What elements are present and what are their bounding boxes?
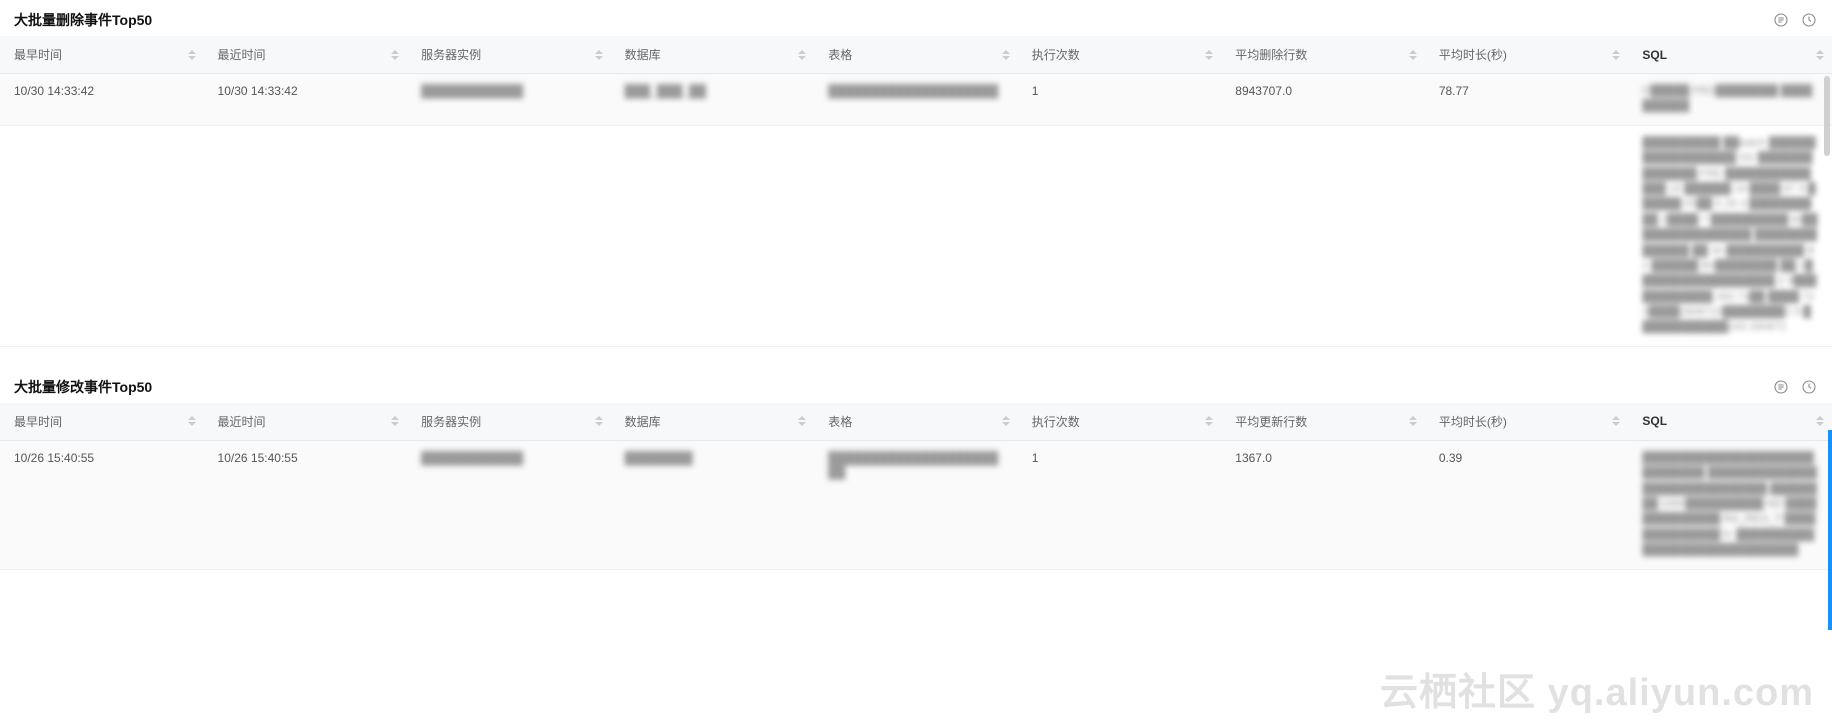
cell-latest — [204, 125, 408, 346]
cell-earliest: 10/26 15:40:55 — [0, 440, 204, 569]
col-earliest[interactable]: 最早时间 — [0, 36, 204, 74]
sort-icon[interactable] — [1409, 416, 1417, 426]
sort-icon[interactable] — [595, 50, 603, 60]
cell-server — [407, 125, 611, 346]
sort-icon[interactable] — [188, 50, 196, 60]
cell-sql: ██████████ ██batch ██████████████████ DD… — [1628, 125, 1832, 346]
table-wrapper: 最早时间 最近时间 服务器实例 数据库 表格 执行次数 平均删除行数 平均时长(… — [0, 36, 1832, 347]
delete-events-table: 最早时间 最近时间 服务器实例 数据库 表格 执行次数 平均删除行数 平均时长(… — [0, 36, 1832, 347]
cell-earliest — [0, 125, 204, 346]
table-header-row: 最早时间 最近时间 服务器实例 数据库 表格 执行次数 平均更新行数 平均时长(… — [0, 403, 1832, 441]
col-latest[interactable]: 最近时间 — [204, 403, 408, 441]
panel-actions — [1772, 11, 1818, 29]
cell-sql: ██████████████████████████████ █████████… — [1628, 440, 1832, 569]
table-row[interactable]: 10/30 14:33:42 10/30 14:33:42 ██████████… — [0, 74, 1832, 126]
watermark: 云栖社区 yq.aliyun.com — [1380, 661, 1814, 716]
delete-events-panel: 大批量删除事件Top50 最早时间 最近时间 服务器实例 数据库 表格 — [0, 0, 1832, 347]
col-db[interactable]: 数据库 — [611, 36, 815, 74]
cell-db: ███_███_██ — [611, 74, 815, 126]
cell-earliest: 10/30 14:33:42 — [0, 74, 204, 126]
cell-avgrows — [1221, 125, 1425, 346]
cell-avgdur: 78.77 — [1425, 74, 1629, 126]
cell-exec — [1018, 125, 1222, 346]
cell-table — [814, 125, 1018, 346]
cell-latest: 10/30 14:33:42 — [204, 74, 408, 126]
cell-exec: 1 — [1018, 440, 1222, 569]
col-avgdur[interactable]: 平均时长(秒) — [1425, 403, 1629, 441]
sort-icon[interactable] — [1612, 50, 1620, 60]
panel-header: 大批量删除事件Top50 — [0, 0, 1832, 36]
sort-icon[interactable] — [391, 50, 399, 60]
table-header-row: 最早时间 最近时间 服务器实例 数据库 表格 执行次数 平均删除行数 平均时长(… — [0, 36, 1832, 74]
refresh-icon[interactable] — [1800, 11, 1818, 29]
sort-icon[interactable] — [188, 416, 196, 426]
cell-table: ██████████████████████ — [814, 440, 1018, 569]
sort-icon[interactable] — [798, 50, 806, 60]
cell-avgrows: 8943707.0 — [1221, 74, 1425, 126]
side-accent-bar — [1828, 430, 1832, 630]
cell-avgrows: 1367.0 — [1221, 440, 1425, 569]
col-server[interactable]: 服务器实例 — [407, 403, 611, 441]
sort-icon[interactable] — [1816, 416, 1824, 426]
cell-table: ████████████████████ — [814, 74, 1018, 126]
sort-icon[interactable] — [1205, 416, 1213, 426]
cell-avgdur — [1425, 125, 1629, 346]
col-avgrows[interactable]: 平均更新行数 — [1221, 403, 1425, 441]
sort-icon[interactable] — [1816, 50, 1824, 60]
col-avgdur[interactable]: 平均时长(秒) — [1425, 36, 1629, 74]
refresh-icon[interactable] — [1800, 378, 1818, 396]
sort-icon[interactable] — [595, 416, 603, 426]
col-table[interactable]: 表格 — [814, 36, 1018, 74]
cell-server: ████████████ — [407, 74, 611, 126]
col-latest[interactable]: 最近时间 — [204, 36, 408, 74]
panel-actions — [1772, 378, 1818, 396]
sort-icon[interactable] — [391, 416, 399, 426]
col-exec[interactable]: 执行次数 — [1018, 403, 1222, 441]
cell-exec: 1 — [1018, 74, 1222, 126]
col-sql[interactable]: SQL — [1628, 36, 1832, 74]
panel-header: 大批量修改事件Top50 — [0, 367, 1832, 403]
panel-title: 大批量删除事件Top50 — [14, 10, 152, 30]
table-row[interactable]: ██████████ ██batch ██████████████████ DD… — [0, 125, 1832, 346]
update-events-panel: 大批量修改事件Top50 最早时间 最近时间 服务器实例 数据库 表格 — [0, 367, 1832, 570]
sort-icon[interactable] — [1002, 416, 1010, 426]
cell-avgdur: 0.39 — [1425, 440, 1629, 569]
scrollbar-thumb[interactable] — [1824, 76, 1830, 156]
cell-db: ████████ — [611, 440, 815, 569]
col-earliest[interactable]: 最早时间 — [0, 403, 204, 441]
log-icon[interactable] — [1772, 378, 1790, 396]
sort-icon[interactable] — [1205, 50, 1213, 60]
panel-title: 大批量修改事件Top50 — [14, 377, 152, 397]
col-exec[interactable]: 执行次数 — [1018, 36, 1222, 74]
cell-sql: D█████ FRO████████ ██████████ — [1628, 74, 1832, 126]
sort-icon[interactable] — [1409, 50, 1417, 60]
sort-icon[interactable] — [1002, 50, 1010, 60]
col-avgrows[interactable]: 平均删除行数 — [1221, 36, 1425, 74]
col-table[interactable]: 表格 — [814, 403, 1018, 441]
log-icon[interactable] — [1772, 11, 1790, 29]
col-sql[interactable]: SQL — [1628, 403, 1832, 441]
cell-server: ████████████ — [407, 440, 611, 569]
cell-db — [611, 125, 815, 346]
cell-latest: 10/26 15:40:55 — [204, 440, 408, 569]
col-server[interactable]: 服务器实例 — [407, 36, 611, 74]
col-db[interactable]: 数据库 — [611, 403, 815, 441]
sort-icon[interactable] — [1612, 416, 1620, 426]
update-events-table: 最早时间 最近时间 服务器实例 数据库 表格 执行次数 平均更新行数 平均时长(… — [0, 403, 1832, 570]
table-wrapper: 最早时间 最近时间 服务器实例 数据库 表格 执行次数 平均更新行数 平均时长(… — [0, 403, 1832, 570]
sort-icon[interactable] — [798, 416, 806, 426]
table-row[interactable]: 10/26 15:40:55 10/26 15:40:55 ██████████… — [0, 440, 1832, 569]
